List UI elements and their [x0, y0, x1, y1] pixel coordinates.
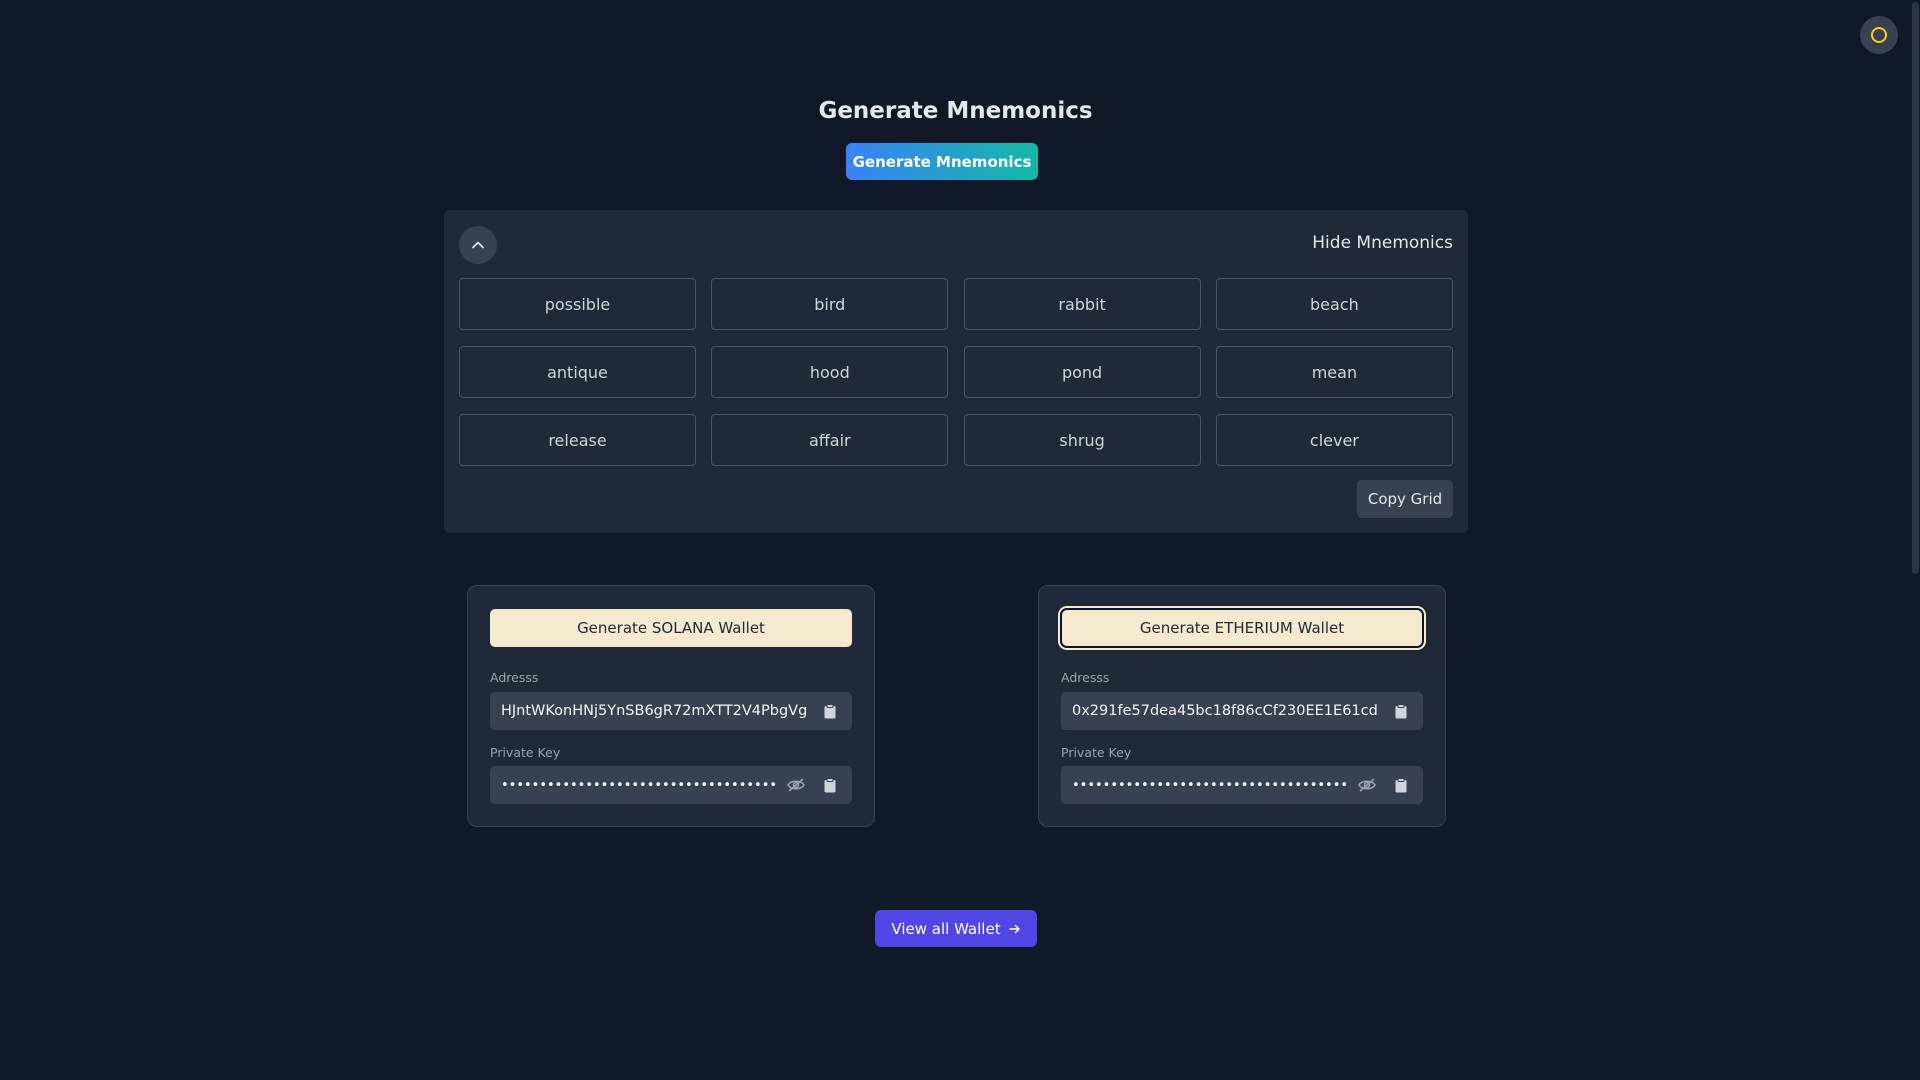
mnemonic-word: pond	[963, 346, 1201, 398]
clipboard-icon[interactable]	[1390, 774, 1412, 796]
mnemonic-word: beach	[1215, 278, 1453, 330]
scrollbar[interactable]	[1911, 0, 1920, 1080]
private-key-label: Private Key	[490, 745, 561, 760]
view-all-wallet-button[interactable]: View all Wallet	[875, 910, 1037, 947]
generate-ethereum-wallet-button[interactable]: Generate ETHERIUM Wallet	[1060, 608, 1424, 648]
solana-address-value: HJntWKonHNj5YnSB6gR72mXTT2V4PbgVgTS	[501, 703, 807, 719]
ethereum-private-key-value: ••••••••••••••••••••••••••••••••••••••••…	[1072, 777, 1346, 793]
eye-off-icon[interactable]	[785, 774, 807, 796]
solana-wallet-card: Generate SOLANA Wallet Adresss HJntWKonH…	[467, 585, 875, 827]
ethereum-private-key-field[interactable]: ••••••••••••••••••••••••••••••••••••••••…	[1061, 766, 1423, 804]
chevron-up-icon	[472, 241, 484, 249]
mnemonic-word: mean	[1215, 346, 1453, 398]
mnemonic-word: affair	[711, 414, 949, 466]
generate-solana-wallet-button[interactable]: Generate SOLANA Wallet	[490, 609, 852, 647]
theme-toggle-button[interactable]	[1860, 16, 1898, 54]
mnemonic-word: hood	[711, 346, 949, 398]
mnemonic-word: possible	[459, 278, 696, 330]
clipboard-icon[interactable]	[1390, 700, 1412, 722]
arrow-right-icon	[1008, 924, 1020, 933]
ethereum-address-value: 0x291fe57dea45bc18f86cCf230EE1E61cd7574	[1072, 703, 1378, 719]
generate-mnemonics-button[interactable]: Generate Mnemonics	[846, 143, 1038, 180]
ethereum-address-field[interactable]: 0x291fe57dea45bc18f86cCf230EE1E61cd7574	[1061, 692, 1423, 730]
solana-address-field[interactable]: HJntWKonHNj5YnSB6gR72mXTT2V4PbgVgTS	[490, 692, 852, 730]
mnemonic-word: shrug	[963, 414, 1201, 466]
mnemonic-word: rabbit	[963, 278, 1201, 330]
clipboard-icon[interactable]	[819, 774, 841, 796]
ethereum-wallet-card: Generate ETHERIUM Wallet Adresss 0x291fe…	[1038, 585, 1446, 827]
mnemonic-word: clever	[1215, 414, 1453, 466]
address-label: Adresss	[1061, 670, 1110, 685]
mnemonic-word: bird	[711, 278, 949, 330]
solana-private-key-field[interactable]: ••••••••••••••••••••••••••••••••••••••••…	[490, 766, 852, 804]
scrollbar-thumb[interactable]	[1912, 2, 1919, 574]
private-key-label: Private Key	[1061, 745, 1132, 760]
view-all-wallet-label: View all Wallet	[891, 919, 1001, 938]
sun-ring-icon	[1871, 27, 1887, 43]
solana-private-key-value: ••••••••••••••••••••••••••••••••••••••••…	[501, 777, 775, 793]
mnemonic-word: release	[459, 414, 696, 466]
eye-off-icon[interactable]	[1356, 774, 1378, 796]
hide-mnemonics-toggle[interactable]: Hide Mnemonics	[1312, 233, 1453, 253]
collapse-mnemonics-button[interactable]	[459, 226, 497, 264]
mnemonic-word-grid: possible bird rabbit beach antique hood …	[459, 278, 1453, 466]
mnemonic-panel: Hide Mnemonics possible bird rabbit beac…	[444, 210, 1468, 533]
copy-grid-button[interactable]: Copy Grid	[1357, 480, 1453, 518]
page-title: Generate Mnemonics	[818, 98, 1093, 124]
address-label: Adresss	[490, 670, 539, 685]
clipboard-icon[interactable]	[819, 700, 841, 722]
mnemonic-word: antique	[459, 346, 696, 398]
